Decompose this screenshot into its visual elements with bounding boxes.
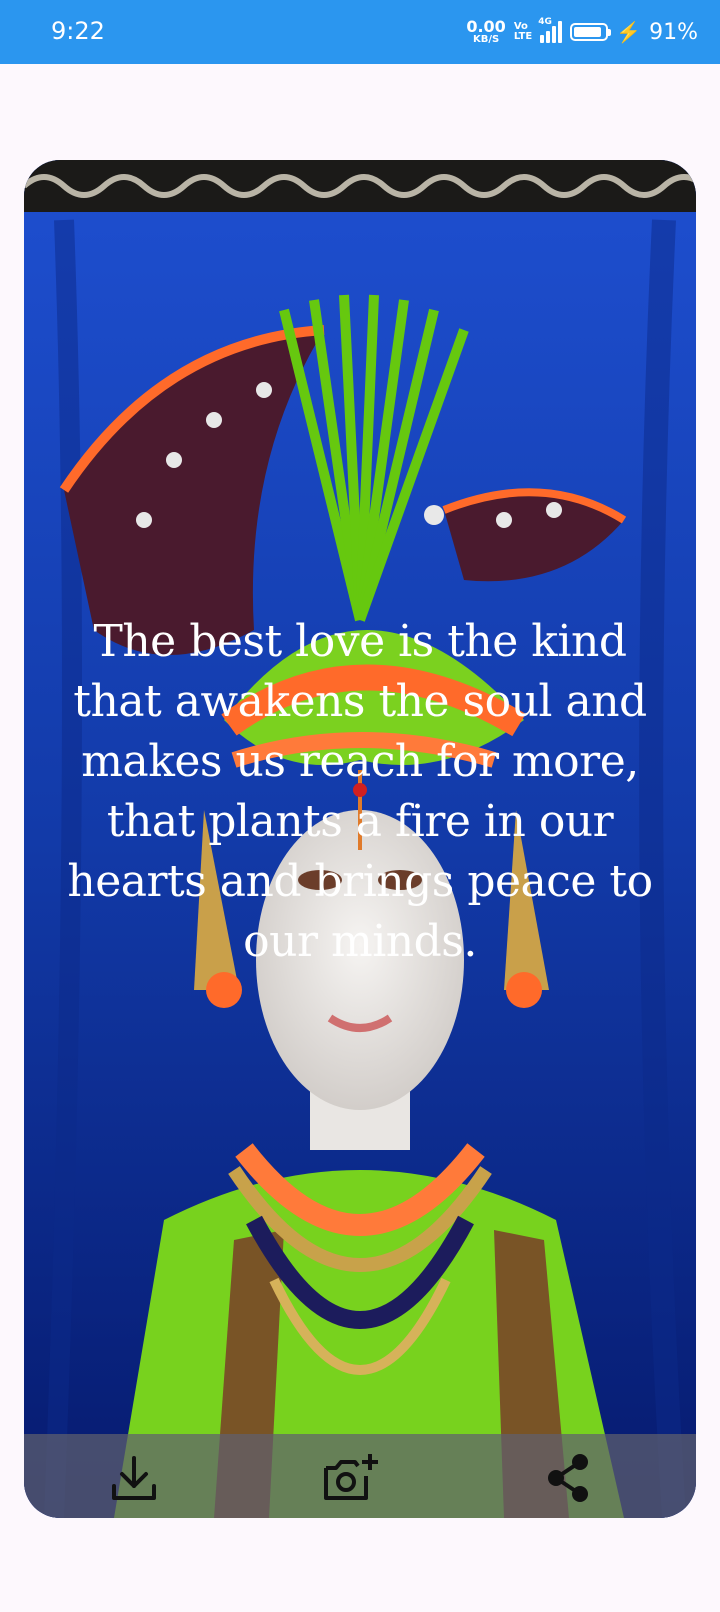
battery-percent: 91% bbox=[649, 19, 698, 45]
signal-bar bbox=[540, 35, 545, 43]
volte-icon: Vo LTE bbox=[514, 22, 532, 42]
share-button[interactable] bbox=[540, 1450, 596, 1506]
network-speed-value: 0.00 bbox=[466, 17, 506, 36]
share-icon bbox=[548, 1454, 588, 1502]
download-icon bbox=[112, 1456, 156, 1500]
status-indicators: 0.00 KB/S Vo LTE 4G ⚡ 91% bbox=[466, 14, 698, 50]
add-photo-button[interactable] bbox=[320, 1450, 384, 1506]
quote-card: The best love is the kind that awakens t… bbox=[24, 160, 696, 1518]
network-type: 4G bbox=[538, 17, 552, 27]
add-photo-icon bbox=[324, 1454, 378, 1500]
signal-bar bbox=[546, 31, 551, 43]
status-time: 9:22 bbox=[51, 17, 105, 45]
quote-text: The best love is the kind that awakens t… bbox=[67, 616, 653, 967]
network-speed: 0.00 KB/S bbox=[466, 19, 505, 45]
signal-bar bbox=[558, 21, 563, 43]
signal-icon: 4G bbox=[538, 17, 563, 43]
status-bar: 9:22 0.00 KB/S Vo LTE 4G ⚡ 91% bbox=[0, 0, 720, 64]
battery-icon bbox=[570, 23, 612, 41]
battery-fill bbox=[574, 27, 602, 37]
network-speed-unit: KB/S bbox=[472, 34, 500, 45]
action-bar bbox=[24, 1434, 696, 1518]
signal-bar bbox=[552, 26, 557, 43]
download-button[interactable] bbox=[106, 1450, 162, 1506]
charging-icon: ⚡ bbox=[616, 21, 642, 44]
volte-bottom: LTE bbox=[513, 31, 533, 42]
